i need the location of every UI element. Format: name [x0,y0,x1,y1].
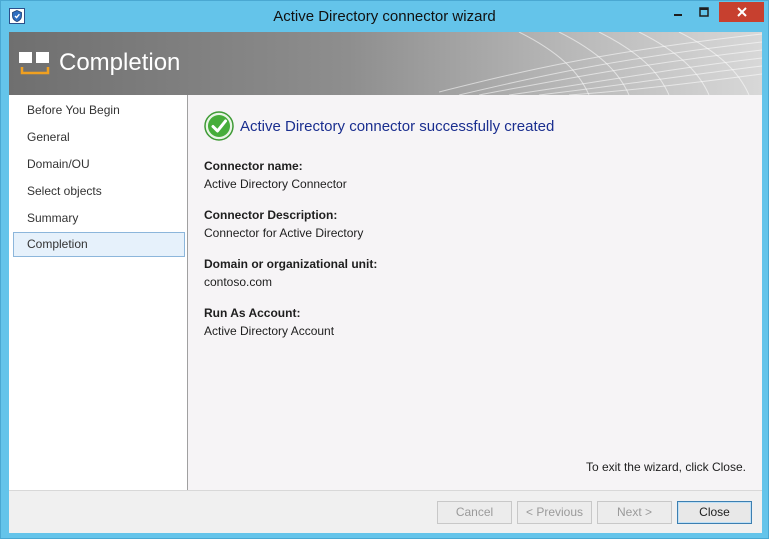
connector-name-value: Active Directory Connector [204,177,347,191]
wizard-window: Active Directory connector wizard Comple… [0,0,769,539]
domain-ou-label: Domain or organizational unit: [204,257,378,271]
wizard-client-area: Completion Before You Begin General Doma… [9,32,762,533]
run-as-account-value: Active Directory Account [204,324,335,338]
window-title: Active Directory connector wizard [273,8,496,25]
title-bar[interactable]: Active Directory connector wizard [1,1,768,32]
minimize-icon [674,14,682,16]
maximize-icon [699,7,709,17]
check-circle-icon [204,111,234,141]
minimize-button[interactable] [665,2,691,22]
cancel-button[interactable]: Cancel [437,501,512,524]
step-general[interactable]: General [13,125,185,150]
previous-button[interactable]: < Previous [517,501,592,524]
close-window-button[interactable] [719,2,764,22]
step-summary[interactable]: Summary [13,206,185,231]
connector-description-label: Connector Description: [204,208,338,222]
maximize-button[interactable] [691,2,717,22]
domain-ou-value: contoso.com [204,275,273,289]
wizard-windows-icon [18,50,52,76]
connector-description-value: Connector for Active Directory [204,226,364,240]
wizard-banner: Completion [9,32,762,95]
step-select-objects[interactable]: Select objects [13,179,185,204]
step-completion[interactable]: Completion [13,232,185,257]
exit-hint-text: To exit the wizard, click Close. [585,460,746,474]
wizard-footer: Cancel < Previous Next > Close [9,490,762,533]
completion-page: Active Directory connector successfully … [188,95,762,490]
wizard-step-list: Before You Begin General Domain/OU Selec… [9,95,188,490]
banner-title: Completion [59,49,181,76]
connector-name-label: Connector name: [204,159,303,173]
run-as-account-label: Run As Account: [204,306,301,320]
step-domain-ou[interactable]: Domain/OU [13,152,185,177]
next-button[interactable]: Next > [597,501,672,524]
success-message: Active Directory connector successfully … [240,118,555,135]
close-icon [736,7,747,17]
step-before-you-begin[interactable]: Before You Begin [13,98,185,123]
banner-decoration [439,32,762,95]
close-button[interactable]: Close [677,501,752,524]
